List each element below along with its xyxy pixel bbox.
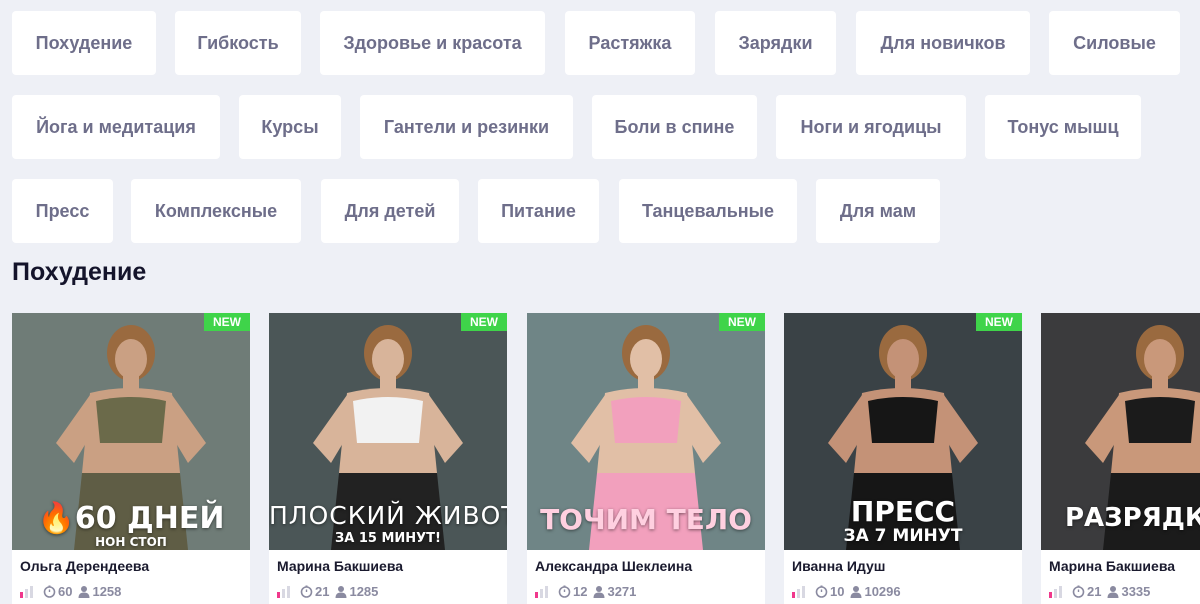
course-cover[interactable]: NEW ТОЧИМ ТЕЛО bbox=[527, 313, 765, 550]
author-name: Марина Бакшиева bbox=[1049, 558, 1176, 574]
author-name: Ольга Дерендеева bbox=[20, 558, 150, 574]
section-title: Похудение bbox=[12, 258, 147, 286]
category-chip[interactable]: Пресс bbox=[12, 179, 113, 243]
workouts-value: 12 bbox=[573, 584, 588, 599]
user-icon bbox=[1107, 586, 1119, 598]
user-icon bbox=[850, 586, 862, 598]
difficulty-level-icon bbox=[792, 585, 805, 598]
workouts-count: 60 bbox=[43, 584, 72, 599]
course-card[interactable]: NEW ТОЧИМ ТЕЛО Александра Шеклеина 12 32… bbox=[527, 313, 765, 604]
author-name: Марина Бакшиева bbox=[277, 558, 404, 574]
course-cover[interactable]: NEW ПРЕСС ЗА 7 МИНУТ bbox=[784, 313, 1022, 550]
timer-icon bbox=[1072, 585, 1085, 598]
workouts-count: 21 bbox=[300, 584, 329, 599]
category-chip[interactable]: Для мам bbox=[816, 179, 940, 243]
category-chip[interactable]: Зарядки bbox=[715, 11, 836, 75]
cover-subtitle: ЗА 7 МИНУТ bbox=[843, 526, 963, 546]
users-count: 1285 bbox=[335, 584, 378, 599]
timer-icon bbox=[300, 585, 313, 598]
timer-icon bbox=[558, 585, 571, 598]
cover-title: РАЗРЯДК bbox=[1065, 503, 1200, 533]
cover-title: ТОЧИМ ТЕЛО bbox=[540, 503, 752, 536]
users-count: 3335 bbox=[1107, 584, 1150, 599]
workouts-value: 21 bbox=[1087, 584, 1102, 599]
category-chip[interactable]: Питание bbox=[478, 179, 599, 243]
workouts-value: 10 bbox=[830, 584, 845, 599]
new-badge: NEW bbox=[976, 313, 1022, 331]
category-chip[interactable]: Для новичков bbox=[856, 11, 1030, 75]
workouts-value: 21 bbox=[315, 584, 330, 599]
course-card[interactable]: NEW ПРЕСС ЗА 7 МИНУТ Иванна Идуш 10 1029… bbox=[784, 313, 1022, 604]
users-count: 3271 bbox=[593, 584, 636, 599]
user-icon bbox=[593, 586, 605, 598]
difficulty-level-icon bbox=[277, 585, 290, 598]
category-chip[interactable]: Йога и медитация bbox=[12, 95, 220, 159]
difficulty-level-icon bbox=[1049, 585, 1062, 598]
workouts-count: 10 bbox=[815, 584, 844, 599]
category-chip[interactable]: Для детей bbox=[321, 179, 459, 243]
users-count: 10296 bbox=[850, 584, 901, 599]
category-chip[interactable]: Гантели и резинки bbox=[360, 95, 573, 159]
users-value: 1258 bbox=[92, 584, 122, 599]
timer-icon bbox=[815, 585, 828, 598]
workouts-count: 12 bbox=[558, 584, 587, 599]
cover-title: 🔥60 ДНЕЙ bbox=[37, 501, 225, 536]
users-value: 3271 bbox=[607, 584, 637, 599]
users-count: 1258 bbox=[78, 584, 121, 599]
category-chip[interactable]: Похудение bbox=[12, 11, 156, 75]
course-stats: 60 1258 bbox=[20, 584, 121, 599]
course-cover[interactable]: РАЗРЯДК bbox=[1041, 313, 1200, 550]
category-chip[interactable]: Комплексные bbox=[131, 179, 301, 243]
difficulty-level-icon bbox=[535, 585, 548, 598]
category-chip[interactable]: Курсы bbox=[239, 95, 341, 159]
category-chip[interactable]: Тонус мышц bbox=[985, 95, 1141, 159]
course-card[interactable]: NEW ПЛОСКИЙ ЖИВОТ ЗА 15 МИНУТ! Марина Ба… bbox=[269, 313, 507, 604]
course-cover[interactable]: NEW 🔥60 ДНЕЙ НОН СТОП bbox=[12, 313, 250, 550]
users-value: 3335 bbox=[1121, 584, 1151, 599]
category-chip[interactable]: Растяжка bbox=[565, 11, 695, 75]
category-chip[interactable]: Здоровье и красота bbox=[320, 11, 545, 75]
course-stats: 21 1285 bbox=[277, 584, 378, 599]
workouts-count: 21 bbox=[1072, 584, 1101, 599]
new-badge: NEW bbox=[461, 313, 507, 331]
user-icon bbox=[78, 586, 90, 598]
cover-title: ПЛОСКИЙ ЖИВОТ bbox=[269, 501, 507, 530]
category-chip[interactable]: Гибкость bbox=[175, 11, 301, 75]
new-badge: NEW bbox=[719, 313, 765, 331]
timer-icon bbox=[43, 585, 56, 598]
category-chip[interactable]: Ноги и ягодицы bbox=[776, 95, 966, 159]
workouts-value: 60 bbox=[58, 584, 73, 599]
difficulty-level-icon bbox=[20, 585, 33, 598]
cover-title: ПРЕСС bbox=[850, 495, 956, 528]
category-chip[interactable]: Боли в спине bbox=[592, 95, 757, 159]
course-stats: 12 3271 bbox=[535, 584, 636, 599]
users-value: 10296 bbox=[864, 584, 901, 599]
new-badge: NEW bbox=[204, 313, 250, 331]
course-stats: 10 10296 bbox=[792, 584, 901, 599]
category-chip[interactable]: Силовые bbox=[1049, 11, 1180, 75]
cover-subtitle: ЗА 15 МИНУТ! bbox=[335, 531, 441, 546]
users-value: 1285 bbox=[349, 584, 379, 599]
course-stats: 21 3335 bbox=[1049, 584, 1150, 599]
category-chip[interactable]: Танцевальные bbox=[619, 179, 797, 243]
author-name: Иванна Идуш bbox=[792, 558, 886, 574]
user-icon bbox=[335, 586, 347, 598]
author-name: Александра Шеклеина bbox=[535, 558, 693, 574]
cover-subtitle: НОН СТОП bbox=[95, 535, 167, 549]
course-card[interactable]: РАЗРЯДК Марина Бакшиева 21 3335 bbox=[1041, 313, 1200, 604]
course-card[interactable]: NEW 🔥60 ДНЕЙ НОН СТОП Ольга Дерендеева 6… bbox=[12, 313, 250, 604]
course-cover[interactable]: NEW ПЛОСКИЙ ЖИВОТ ЗА 15 МИНУТ! bbox=[269, 313, 507, 550]
